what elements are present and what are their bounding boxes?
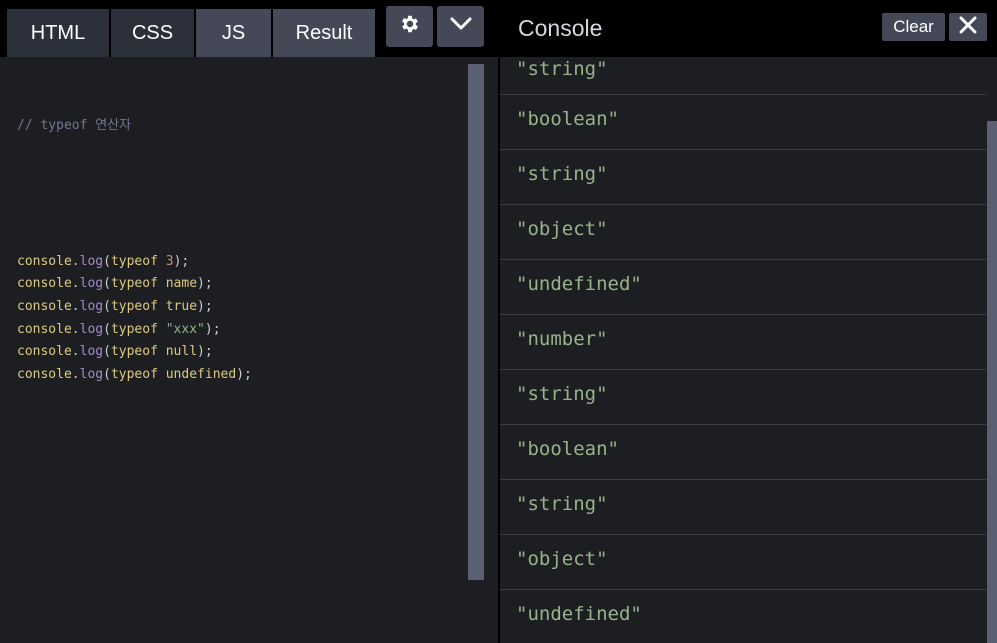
code-line: console.log(typeof true); xyxy=(17,298,213,314)
collapse-button[interactable] xyxy=(437,6,484,47)
console-title: Console xyxy=(518,15,603,41)
code-line: console.log(typeof 3); xyxy=(17,253,190,269)
tab-html[interactable]: HTML xyxy=(7,9,109,57)
chevron-down-icon xyxy=(450,17,472,36)
console-entry-text: "string" xyxy=(516,58,608,80)
console-entry: "object" xyxy=(500,205,987,260)
console-entry: "object" xyxy=(500,535,987,590)
console-scrollbar[interactable] xyxy=(987,121,997,643)
code-comment: // typeof 연산자 xyxy=(17,118,132,134)
tab-css[interactable]: CSS xyxy=(111,9,194,57)
tab-result[interactable]: Result xyxy=(273,9,375,57)
code-line: console.log(typeof "xxx"); xyxy=(17,321,221,337)
tab-js[interactable]: JS xyxy=(196,9,271,57)
editor-pane: HTML CSS JS Result // typeof 연산자 console… xyxy=(0,0,500,643)
console-pane: Console Clear "string" "boolean" "string" "… xyxy=(500,0,997,643)
console-entry: "string" xyxy=(500,370,987,425)
editor-scrollbar[interactable] xyxy=(468,64,484,580)
console-entry: "string" xyxy=(500,150,987,205)
console-entry-text: "boolean" xyxy=(516,438,619,460)
close-icon xyxy=(959,16,977,39)
console-entry-text: "object" xyxy=(516,548,608,570)
console-entry-text: "undefined" xyxy=(516,273,642,295)
console-entry-text: "undefined" xyxy=(516,603,642,625)
console-output-list: "string" "boolean" "string" "object" "undefi… xyxy=(500,57,987,643)
console-entry: "undefined" xyxy=(500,590,987,643)
close-console-button[interactable] xyxy=(949,13,987,41)
code-line: console.log(typeof undefined); xyxy=(17,366,252,382)
editor-tab-bar: HTML CSS JS Result xyxy=(0,0,500,57)
code-line: console.log(typeof null); xyxy=(17,344,213,360)
console-entry-text: "boolean" xyxy=(516,108,619,130)
clear-button[interactable]: Clear xyxy=(882,13,945,41)
code-line: console.log(typeof name); xyxy=(17,276,213,292)
console-header: Console Clear xyxy=(500,0,997,57)
gear-icon xyxy=(399,13,421,40)
settings-button[interactable] xyxy=(386,6,433,47)
console-entry-text: "string" xyxy=(516,383,608,405)
console-entry: "string" xyxy=(500,57,987,95)
console-entry: "string" xyxy=(500,480,987,535)
console-entry: "boolean" xyxy=(500,95,987,150)
console-entry-text: "number" xyxy=(516,328,608,350)
console-entry: "boolean" xyxy=(500,425,987,480)
js-code-editor[interactable]: // typeof 연산자 console.log(typeof 3); cons… xyxy=(17,70,252,432)
console-entry: "undefined" xyxy=(500,260,987,315)
console-entry: "number" xyxy=(500,315,987,370)
console-entry-text: "object" xyxy=(516,218,608,240)
console-entry-text: "string" xyxy=(516,493,608,515)
console-entry-text: "string" xyxy=(516,163,608,185)
